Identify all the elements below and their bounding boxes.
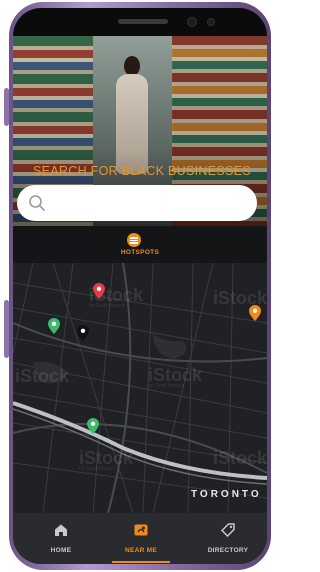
front-camera-icon xyxy=(187,17,197,27)
phone-bezel: SEARCH FOR BLACK BUSINESSES HOTSPOTS iSt… xyxy=(13,8,267,564)
watermark: iStock xyxy=(213,448,267,468)
bottom-tab-bar: HOME NEAR ME DIRECTORY xyxy=(13,513,267,564)
tab-directory-label: DIRECTORY xyxy=(207,547,249,554)
map-pin-green[interactable] xyxy=(48,318,60,334)
hero-title: SEARCH FOR BLACK BUSINESSES xyxy=(33,164,251,178)
map-pin-orange[interactable] xyxy=(249,305,261,321)
hero-banner: SEARCH FOR BLACK BUSINESSES xyxy=(13,36,267,226)
tab-home[interactable]: HOME xyxy=(26,513,96,564)
volume-button xyxy=(4,88,9,126)
tab-home-label: HOME xyxy=(50,547,72,554)
tag-icon xyxy=(221,523,235,537)
search-input[interactable] xyxy=(53,185,252,223)
tab-near-me-label: NEAR ME xyxy=(124,547,158,554)
map-pin-red[interactable] xyxy=(93,283,105,299)
watermark: iStock xyxy=(15,366,70,386)
map-pin-green[interactable] xyxy=(87,418,99,434)
search-icon xyxy=(29,195,45,211)
tab-directory[interactable]: DIRECTORY xyxy=(193,513,263,564)
map-pin-black[interactable] xyxy=(77,325,89,341)
app-screen: SEARCH FOR BLACK BUSINESSES HOTSPOTS iSt… xyxy=(13,36,267,564)
hotspots-header[interactable]: HOTSPOTS xyxy=(13,226,267,263)
hotspots-label: HOTSPOTS xyxy=(120,249,160,256)
home-icon xyxy=(55,524,67,536)
tab-near-me[interactable]: NEAR ME xyxy=(106,513,176,564)
map-icon xyxy=(134,524,148,536)
earpiece xyxy=(118,19,168,24)
watermark: iStock by Getty Images xyxy=(79,448,134,472)
active-tab-indicator xyxy=(112,561,170,563)
map-view[interactable]: iStock by Getty Images iStock iStock iSto… xyxy=(13,263,267,513)
list-icon xyxy=(127,233,141,247)
watermark: iStock by Getty Images xyxy=(148,365,203,389)
city-label: TORONTO xyxy=(191,489,262,500)
sensor-icon xyxy=(207,18,215,26)
search-bar[interactable] xyxy=(17,185,257,223)
power-button xyxy=(4,300,9,358)
